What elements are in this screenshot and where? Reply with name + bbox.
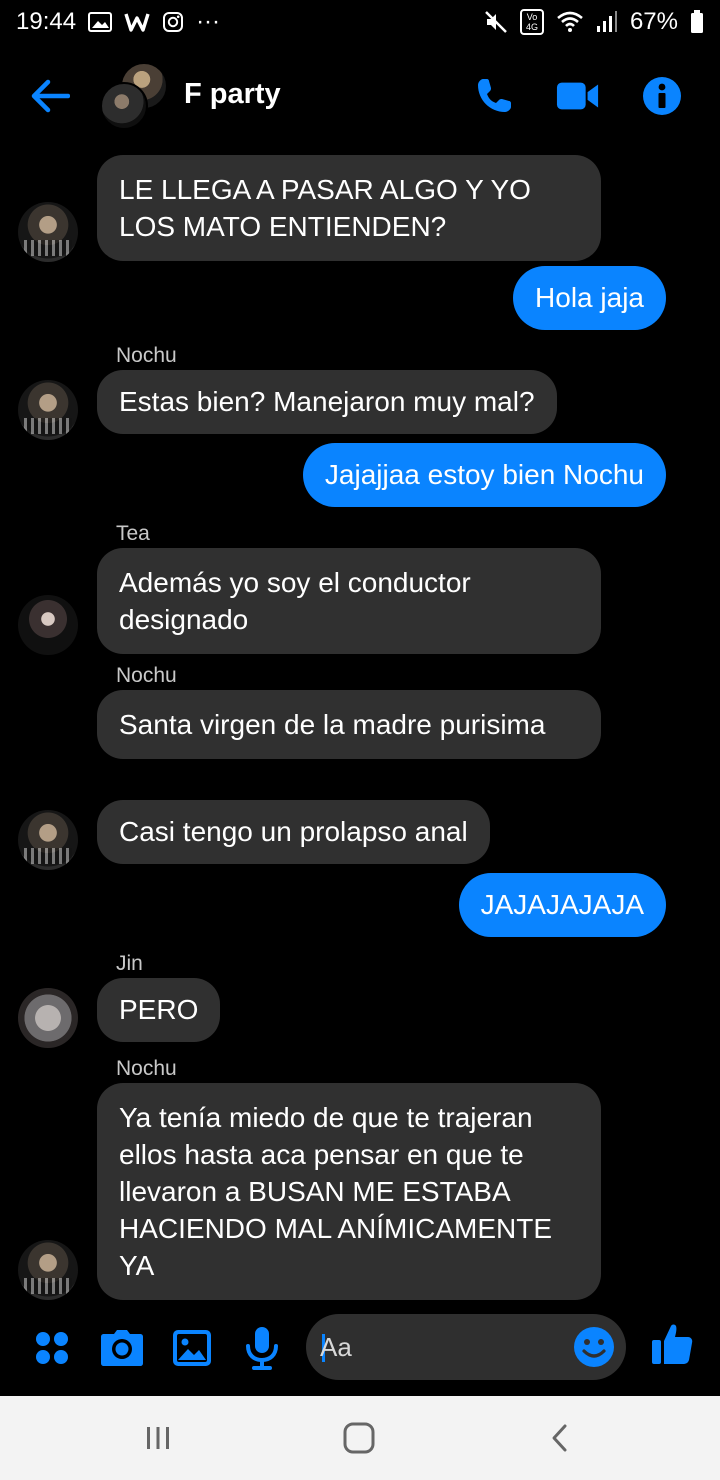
back-button[interactable] <box>28 74 72 118</box>
message-text: Casi tengo un prolapso anal <box>119 816 468 847</box>
sender-name: Nochu <box>116 344 177 367</box>
incoming-message[interactable]: LE LLEGA A PASAR ALGO Y YO LOS MATO ENTI… <box>97 155 601 261</box>
menu-dots-icon <box>36 1332 68 1364</box>
header-actions <box>472 74 684 118</box>
more-actions-button[interactable] <box>30 1326 74 1370</box>
gallery-button[interactable] <box>170 1326 214 1370</box>
more-notifications-icon: ··· <box>196 8 221 35</box>
camera-button[interactable] <box>100 1326 144 1370</box>
home-icon <box>343 1422 375 1454</box>
svg-text:4G: 4G <box>526 22 538 32</box>
info-icon <box>643 77 681 115</box>
message-text: Ya tenía miedo de que te trajeran ellos … <box>119 1102 553 1281</box>
incoming-message[interactable]: Santa virgen de la madre purisima <box>97 690 601 759</box>
incoming-message[interactable]: Además yo soy el conductor designado <box>97 548 601 654</box>
outgoing-message[interactable]: JAJAJAJAJA <box>458 873 666 937</box>
voice-button[interactable] <box>240 1326 284 1370</box>
sender-name: Nochu <box>116 1057 177 1080</box>
info-button[interactable] <box>640 74 684 118</box>
status-time: 19:44 <box>16 8 77 35</box>
message-text: Santa virgen de la madre purisima <box>119 709 546 740</box>
wifi-icon <box>556 10 584 34</box>
chat-header: F party <box>0 56 720 136</box>
thumbs-up-icon <box>652 1324 693 1364</box>
phone-icon <box>478 79 511 112</box>
svg-text:Vo: Vo <box>527 12 538 22</box>
message-text: Hola jaja <box>535 282 644 313</box>
battery-icon <box>690 10 704 34</box>
home-button[interactable] <box>339 1418 379 1458</box>
outgoing-message[interactable]: Hola jaja <box>513 266 666 330</box>
back-arrow-icon <box>31 79 70 113</box>
back-icon <box>552 1424 567 1452</box>
microphone-icon <box>246 1327 278 1370</box>
status-right: Vo 4G 67% <box>484 8 704 36</box>
message-text: Jajajjaa estoy bien Nochu <box>324 459 644 490</box>
nav-back-button[interactable] <box>540 1418 580 1458</box>
message-list[interactable]: LE LLEGA A PASAR ALGO Y YO LOS MATO ENTI… <box>0 140 720 1300</box>
status-bar: 19:44 ··· Vo 4G 67% <box>0 0 720 44</box>
message-input[interactable] <box>320 1324 560 1370</box>
avatar-nochu[interactable] <box>18 810 78 870</box>
w-app-notification-icon <box>124 11 150 33</box>
camera-icon <box>101 1330 143 1366</box>
status-left: 19:44 ··· <box>16 8 220 36</box>
chat-title[interactable]: F party <box>184 78 281 111</box>
instagram-notification-icon <box>162 11 184 33</box>
avatar-nochu[interactable] <box>18 1240 78 1300</box>
incoming-message[interactable]: Ya tenía miedo de que te trajeran ellos … <box>97 1083 601 1300</box>
group-avatar-member-2 <box>100 82 148 130</box>
system-nav-bar <box>0 1396 720 1480</box>
gallery-notification-icon <box>88 11 113 33</box>
message-input-container[interactable] <box>306 1314 626 1380</box>
message-text: Estas bien? Manejaron muy mal? <box>119 386 535 417</box>
avatar-jin[interactable] <box>18 988 78 1048</box>
composer-bar <box>0 1310 720 1386</box>
incoming-message[interactable]: PERO <box>97 978 221 1042</box>
message-text: PERO <box>119 994 199 1025</box>
gallery-icon <box>173 1330 211 1366</box>
emoji-icon[interactable] <box>572 1325 616 1369</box>
video-call-button[interactable] <box>556 74 600 118</box>
volte-4g-icon: Vo 4G <box>519 9 544 35</box>
signal-icon <box>596 10 618 34</box>
message-text: LE LLEGA A PASAR ALGO Y YO LOS MATO ENTI… <box>119 174 531 242</box>
incoming-message[interactable]: Casi tengo un prolapso anal <box>97 800 490 864</box>
sender-name: Jin <box>116 952 143 975</box>
avatar-nochu[interactable] <box>18 380 78 440</box>
mute-icon <box>484 10 508 34</box>
recent-apps-button[interactable] <box>138 1418 178 1458</box>
battery-percent: 67% <box>629 8 678 35</box>
message-text: Además yo soy el conductor designado <box>119 567 471 635</box>
like-button[interactable] <box>650 1322 694 1366</box>
incoming-message[interactable]: Estas bien? Manejaron muy mal? <box>97 370 557 434</box>
sender-name: Tea <box>116 522 150 545</box>
outgoing-message[interactable]: Jajajjaa estoy bien Nochu <box>302 443 666 507</box>
avatar-nochu[interactable] <box>18 202 78 262</box>
message-text: JAJAJAJAJA <box>480 889 644 920</box>
sender-name: Nochu <box>116 664 177 687</box>
group-avatar[interactable] <box>100 62 170 132</box>
call-button[interactable] <box>472 74 516 118</box>
recent-apps-icon <box>147 1427 169 1449</box>
avatar-tea[interactable] <box>18 595 78 655</box>
video-icon <box>556 82 599 110</box>
